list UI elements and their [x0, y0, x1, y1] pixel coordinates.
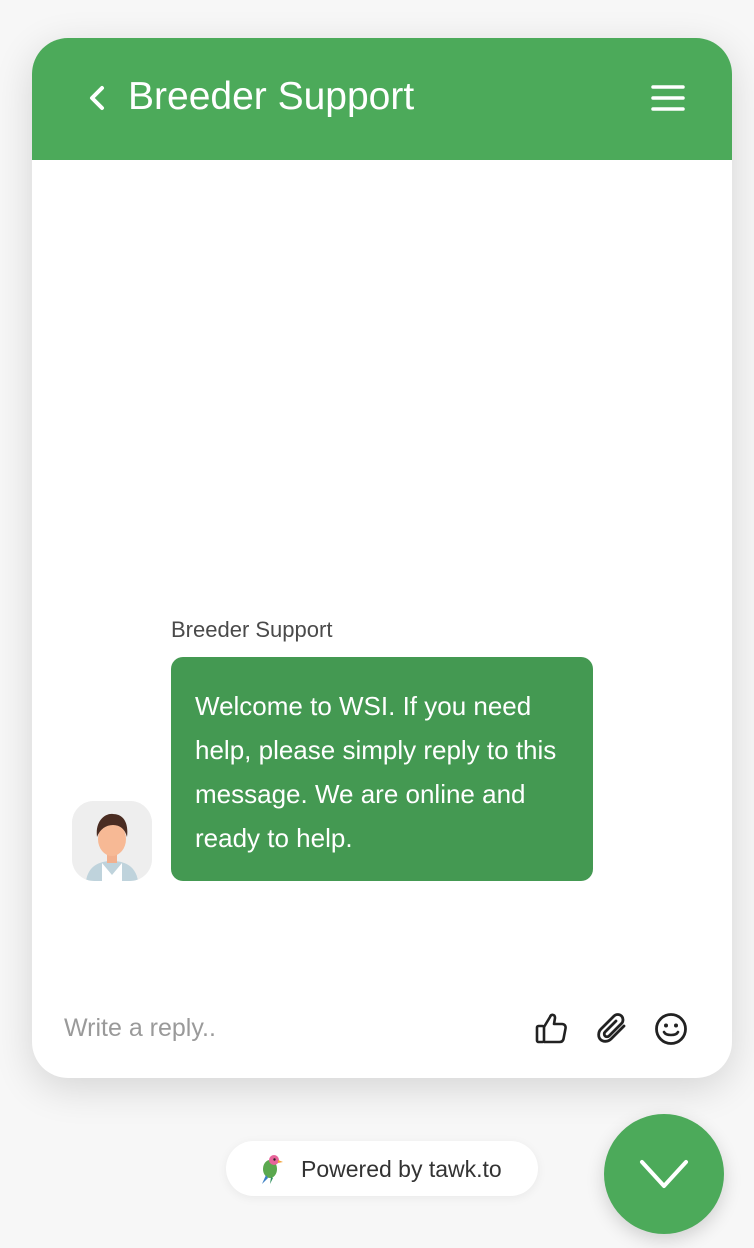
attach-file-button[interactable]	[594, 1010, 632, 1048]
agent-avatar-icon	[72, 801, 152, 881]
hamburger-menu-icon	[651, 85, 685, 111]
back-button[interactable]	[82, 80, 112, 116]
header-title: Breeder Support	[128, 75, 415, 118]
chat-header: Breeder Support	[32, 38, 732, 160]
chevron-left-icon	[90, 86, 104, 110]
chevron-down-icon	[640, 1160, 688, 1188]
agent-avatar	[72, 801, 152, 881]
reply-input[interactable]	[64, 1006, 504, 1050]
thumbs-up-button[interactable]	[532, 1010, 570, 1048]
smiley-icon	[655, 1013, 687, 1045]
thumbs-up-icon	[535, 1013, 567, 1044]
paperclip-icon	[597, 1013, 626, 1043]
chat-widget: Breeder Support Breeder Support Welcome …	[32, 38, 732, 1078]
tawk-parrot-icon	[262, 1155, 283, 1184]
message-sender-name: Breeder Support	[171, 617, 333, 642]
minimize-chat-button[interactable]	[604, 1114, 724, 1234]
emoji-button[interactable]	[652, 1010, 690, 1048]
menu-button[interactable]	[650, 82, 686, 114]
powered-by-text: Powered by tawk.to	[301, 1156, 502, 1182]
powered-by-link[interactable]: Powered by tawk.to	[226, 1141, 538, 1196]
message-bubble: Welcome to WSI. If you need help, please…	[171, 657, 593, 881]
